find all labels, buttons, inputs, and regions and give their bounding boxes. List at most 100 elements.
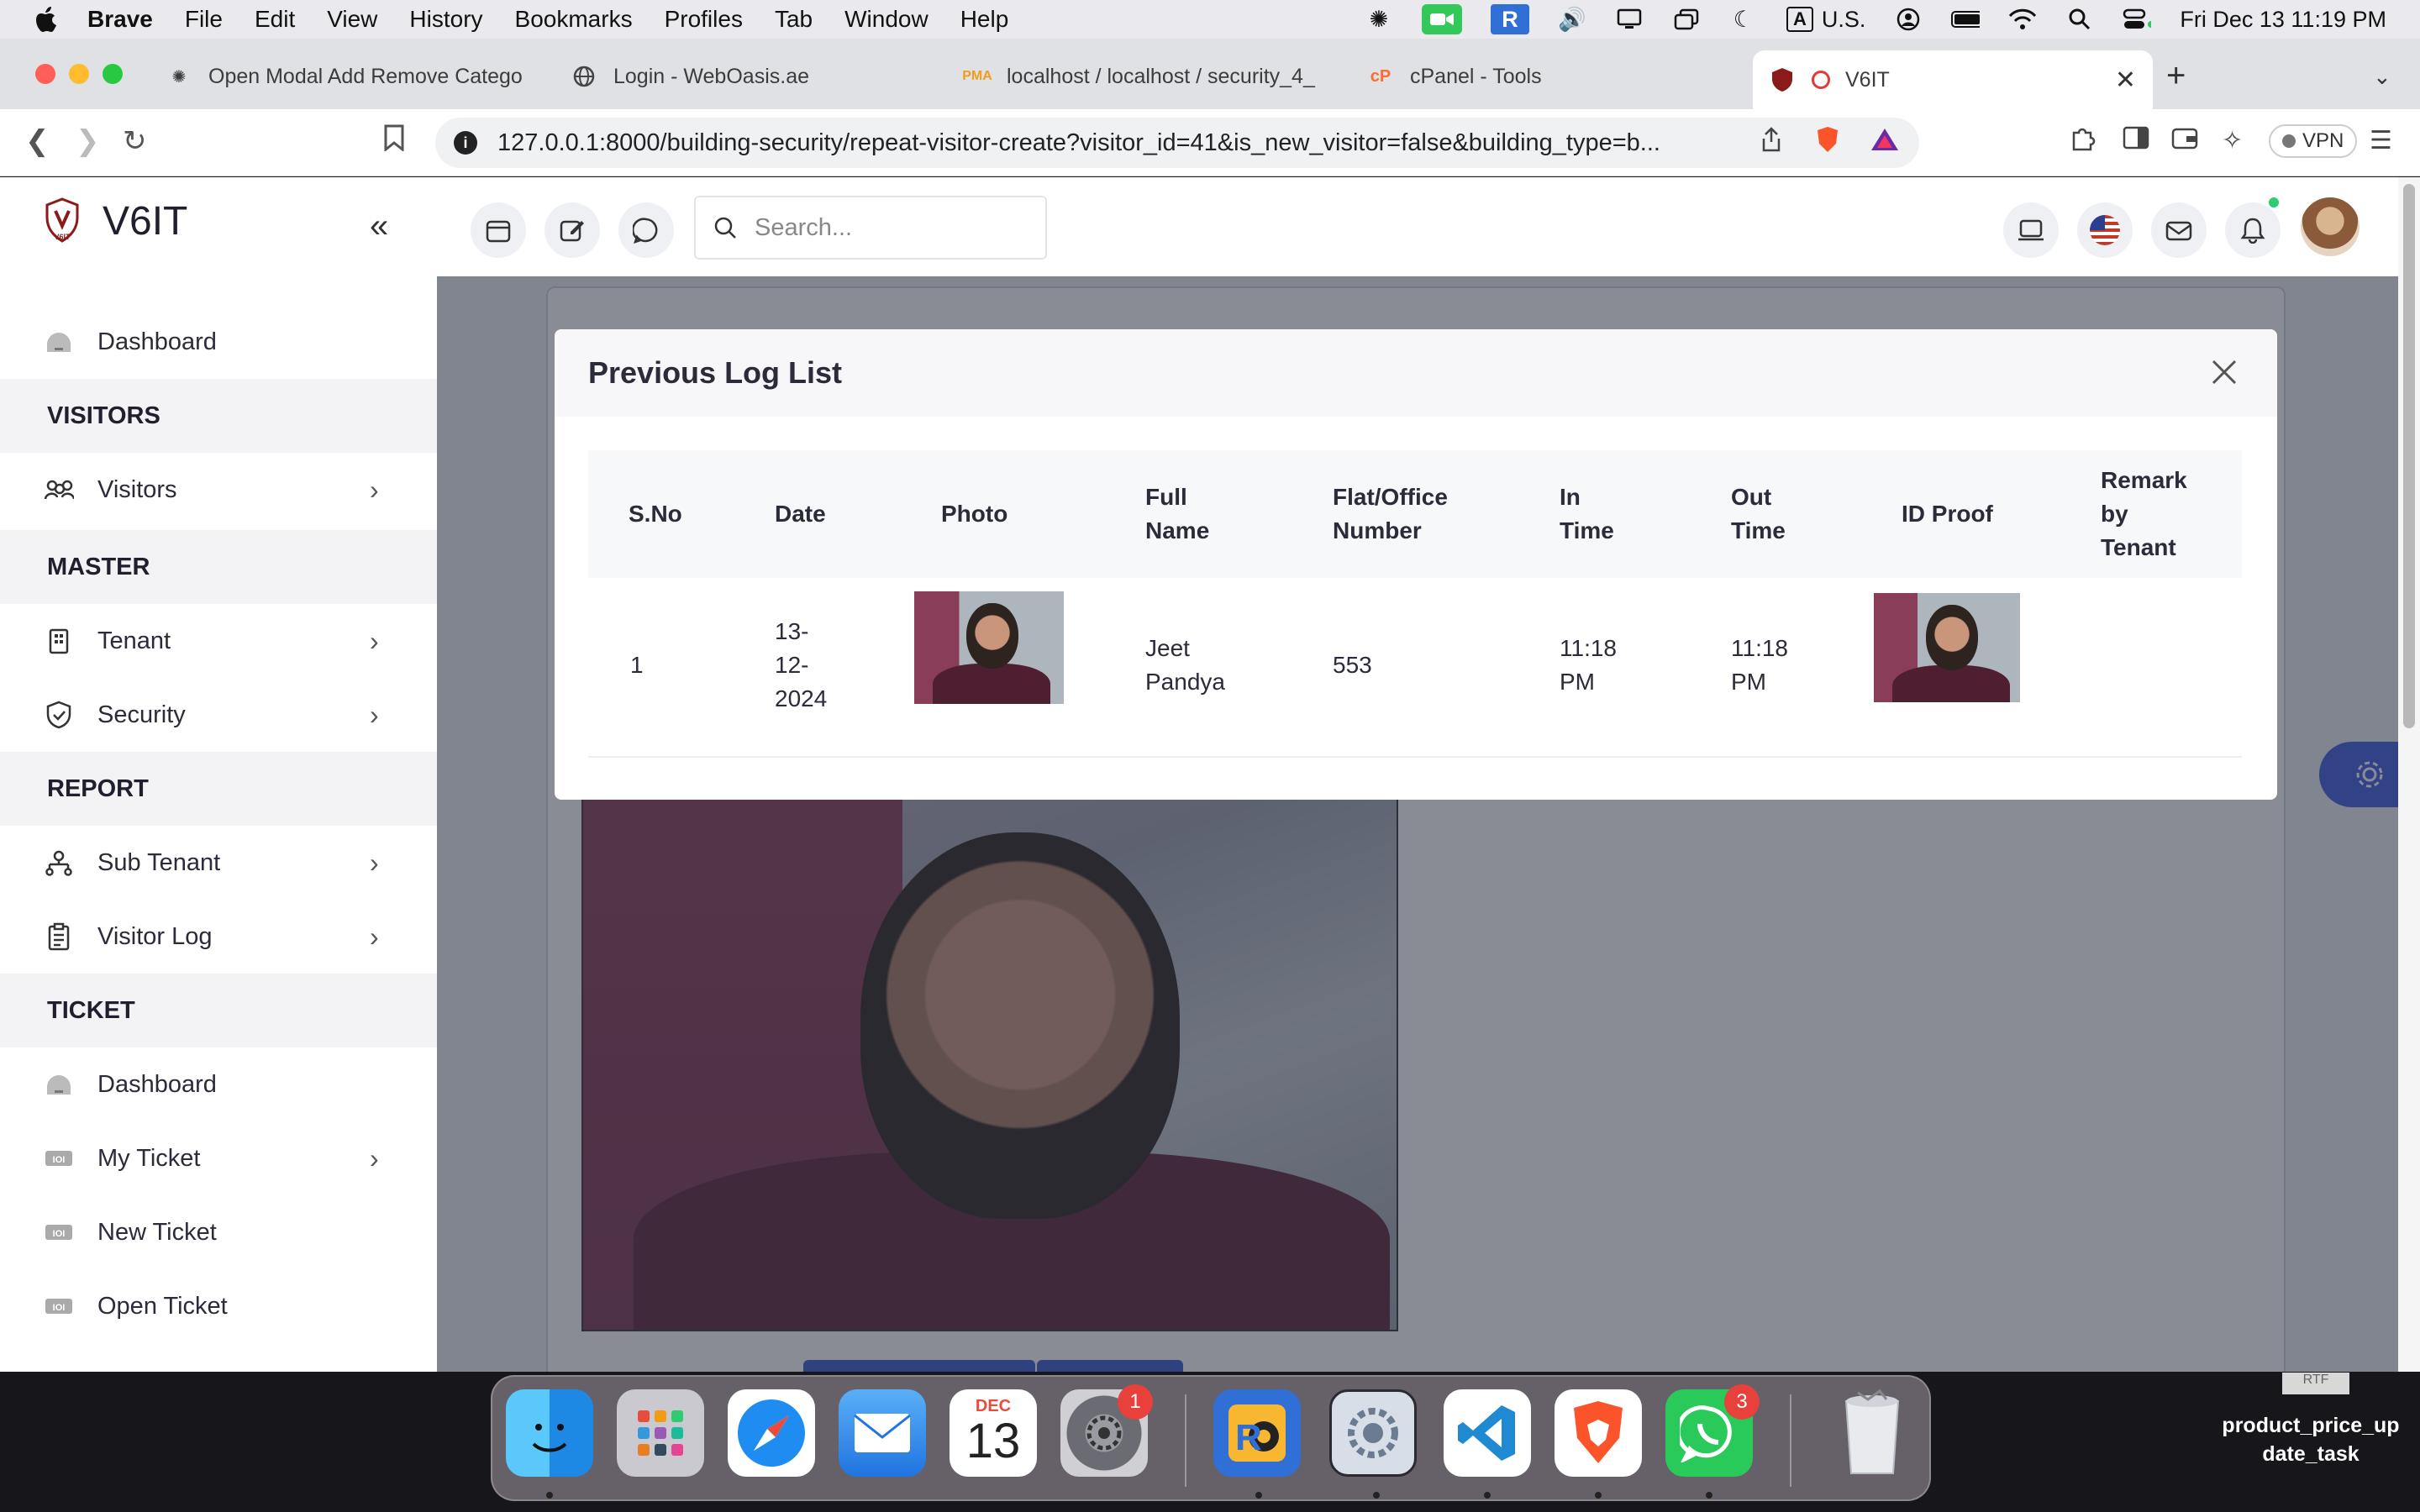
- address-bar[interactable]: i 127.0.0.1:8000/building-security/repea…: [435, 118, 1919, 168]
- browser-menu-icon[interactable]: ☰: [2370, 126, 2392, 155]
- us-flag-icon[interactable]: [2077, 202, 2133, 258]
- extensions-icon[interactable]: [2069, 126, 2096, 160]
- tab-title: cPanel - Tools: [1410, 64, 1542, 88]
- visitor-photo-thumbnail[interactable]: [914, 591, 1064, 704]
- menu-edit[interactable]: Edit: [255, 6, 295, 33]
- id-proof-thumbnail[interactable]: [1874, 593, 2020, 702]
- vpn-button[interactable]: VPN: [2269, 124, 2358, 158]
- battery-icon[interactable]: [1951, 7, 1981, 32]
- svg-text:IOI: IOI: [53, 1155, 66, 1165]
- sidebar-item-ticket-dashboard[interactable]: Dashboard: [0, 1047, 437, 1121]
- input-source-icon[interactable]: A: [1786, 7, 1813, 32]
- chat-icon[interactable]: [618, 202, 674, 258]
- menu-help[interactable]: Help: [960, 6, 1009, 33]
- finder-running-dot: [546, 1492, 553, 1499]
- sidebar-item-sub-tenant[interactable]: Sub Tenant ›: [0, 826, 437, 900]
- new-tab-button[interactable]: +: [2166, 57, 2186, 95]
- brave-browser-icon[interactable]: [1555, 1389, 1642, 1477]
- bookmark-icon[interactable]: [383, 124, 405, 159]
- sidebar-item-visitors[interactable]: Visitors ›: [0, 453, 437, 527]
- desktop-file-label[interactable]: product_price_up date_task: [2218, 1411, 2403, 1468]
- avatar[interactable]: [2301, 197, 2360, 256]
- close-tab-icon[interactable]: ✕: [2115, 66, 2136, 95]
- back-button[interactable]: ❮: [25, 124, 50, 158]
- sidebar-item-open-ticket[interactable]: IOI Open Ticket: [0, 1269, 437, 1343]
- wifi-icon[interactable]: [2008, 7, 2037, 32]
- sidebar-item-visitor-log[interactable]: Visitor Log ›: [0, 900, 437, 974]
- sidebar-item-new-ticket[interactable]: IOI New Ticket: [0, 1195, 437, 1269]
- focus-moon-icon[interactable]: ☾: [1729, 7, 1758, 32]
- tab-phpmyadmin[interactable]: PMA localhost / localhost / security_4_: [948, 50, 1343, 102]
- search-box[interactable]: Search...: [694, 196, 1047, 260]
- mail-app-icon[interactable]: [839, 1389, 926, 1477]
- calendar-app-icon[interactable]: DEC 13: [950, 1389, 1037, 1477]
- stage-manager-icon[interactable]: [1672, 7, 1701, 32]
- menu-clock[interactable]: Fri Dec 13 11:19 PM: [2180, 7, 2386, 33]
- edit-icon[interactable]: [544, 202, 600, 258]
- whatsapp-running-dot: [1706, 1492, 1712, 1499]
- system-preferences-gear-icon[interactable]: [1329, 1389, 1417, 1477]
- window-zoom-button[interactable]: [103, 64, 123, 84]
- tab-open-modal[interactable]: ✺ Open Modal Add Remove Catego: [150, 50, 548, 102]
- window-close-button[interactable]: [35, 64, 55, 84]
- tab-v6it[interactable]: V6IT ✕: [1753, 50, 2153, 109]
- calendar-icon[interactable]: [471, 202, 526, 258]
- forward-button[interactable]: ❯: [76, 124, 100, 158]
- menu-tab[interactable]: Tab: [775, 6, 813, 33]
- menu-history[interactable]: History: [409, 6, 482, 33]
- brightness-icon[interactable]: ✺: [1365, 7, 1393, 32]
- mail-icon[interactable]: [2151, 202, 2207, 258]
- tab-search-chevron-icon[interactable]: ⌄: [2373, 64, 2391, 90]
- sidebar-item-my-ticket[interactable]: IOI My Ticket ›: [0, 1121, 437, 1195]
- brand[interactable]: V6IT V6IT: [44, 197, 187, 244]
- finder-icon[interactable]: [506, 1389, 593, 1477]
- sidebar-item-tenant[interactable]: Tenant ›: [0, 604, 437, 678]
- display-icon[interactable]: [1615, 7, 1644, 32]
- facetime-icon[interactable]: [1421, 4, 1462, 34]
- menu-profiles[interactable]: Profiles: [665, 6, 743, 33]
- sidebar-item-label: My Ticket: [97, 1144, 201, 1172]
- brave-rewards-icon[interactable]: [1870, 127, 1899, 159]
- url-text[interactable]: 127.0.0.1:8000/building-security/repeat-…: [497, 129, 1743, 157]
- sidebar-toggle-icon[interactable]: [2123, 126, 2149, 156]
- sidebar-item-security[interactable]: Security ›: [0, 678, 437, 752]
- user-account-icon[interactable]: [1894, 7, 1923, 32]
- cell-flat-number: 553: [1333, 652, 1372, 678]
- page-scrollbar-thumb[interactable]: [2403, 184, 2415, 728]
- apple-menu-icon[interactable]: [32, 4, 62, 34]
- laptop-icon[interactable]: [2003, 202, 2059, 258]
- vscode-icon[interactable]: [1444, 1389, 1531, 1477]
- menu-window[interactable]: Window: [844, 6, 929, 33]
- users-icon: [44, 475, 74, 505]
- reload-icon[interactable]: ↻: [123, 124, 147, 158]
- sidebar-item-dashboard[interactable]: Dashboard: [0, 305, 437, 379]
- leo-ai-icon[interactable]: ✧: [2222, 126, 2243, 155]
- share-icon[interactable]: [1761, 127, 1781, 159]
- menu-file[interactable]: File: [185, 6, 223, 33]
- tab-title: Open Modal Add Remove Catego: [208, 64, 523, 88]
- menu-bookmarks[interactable]: Bookmarks: [515, 6, 633, 33]
- spotlight-search-icon[interactable]: [2065, 7, 2094, 32]
- collapse-sidebar-icon[interactable]: «: [370, 207, 388, 245]
- bell-icon[interactable]: [2225, 202, 2281, 258]
- screen-recorder-app-icon[interactable]: R: [1213, 1389, 1301, 1477]
- menu-view[interactable]: View: [327, 6, 377, 33]
- menu-app-name[interactable]: Brave: [87, 6, 153, 33]
- screen-recorder-icon[interactable]: R: [1490, 4, 1529, 34]
- recorder-running-dot: [1255, 1492, 1262, 1499]
- control-center-icon[interactable]: [2123, 7, 2152, 32]
- ticket-icon: IOI: [44, 1143, 74, 1173]
- site-info-icon[interactable]: i: [454, 131, 477, 155]
- wallet-icon[interactable]: [2171, 126, 2198, 156]
- close-icon[interactable]: [2203, 351, 2245, 393]
- window-minimize-button[interactable]: [69, 64, 89, 84]
- brave-shields-icon[interactable]: [1815, 125, 1840, 160]
- vpn-label: VPN: [2302, 129, 2344, 152]
- search-input[interactable]: Search...: [755, 214, 852, 242]
- tab-cpanel[interactable]: cP cPanel - Tools: [1351, 50, 1746, 102]
- trash-icon[interactable]: [1828, 1389, 1916, 1477]
- safari-icon[interactable]: [728, 1389, 815, 1477]
- tab-weboasis-login[interactable]: Login - WebOasis.ae: [555, 50, 941, 102]
- volume-icon[interactable]: 🔊: [1558, 7, 1586, 32]
- launchpad-icon[interactable]: [617, 1389, 704, 1477]
